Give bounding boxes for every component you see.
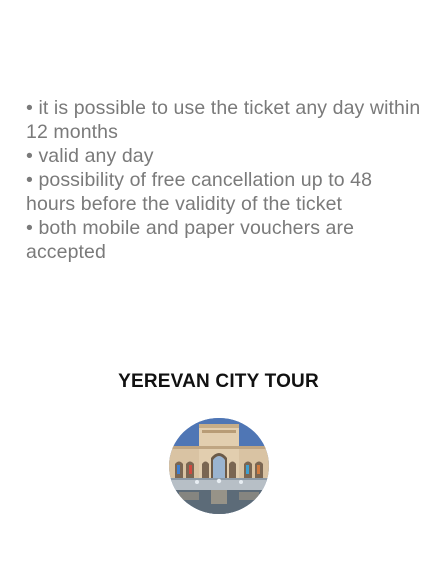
tour-thumbnail[interactable] [169, 418, 269, 514]
museum-building-photo [169, 418, 269, 514]
feature-item: • valid any day [26, 145, 154, 167]
feature-item: • it is possible to use the ticket any d… [26, 97, 421, 143]
feature-item: • possibility of free cancellation up to… [26, 169, 373, 215]
tour-title[interactable]: YEREVAN CITY TOUR [0, 371, 437, 393]
feature-item: • both mobile and paper vouchers are acc… [26, 217, 355, 263]
ticket-features-list: • it is possible to use the ticket any d… [26, 96, 421, 264]
